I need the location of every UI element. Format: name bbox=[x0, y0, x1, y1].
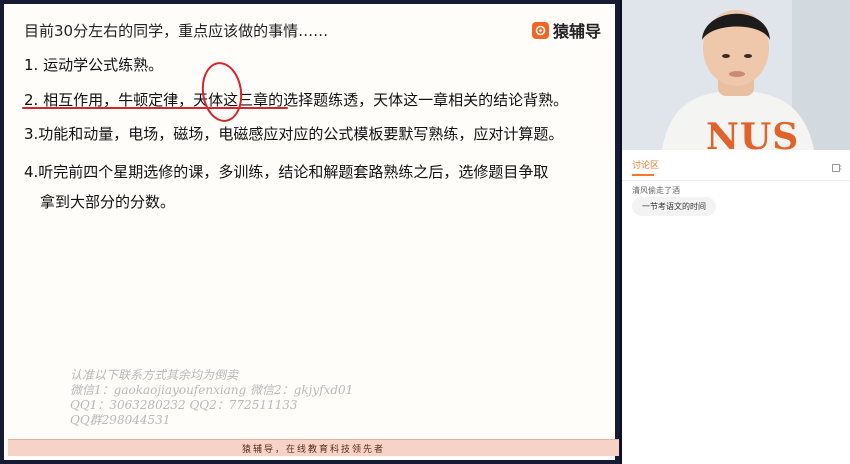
watermark-line: QQ1：3063280232 QQ2：772511133 bbox=[70, 398, 298, 412]
brand-name: 猿辅导 bbox=[552, 22, 601, 41]
point-2: 2. 相互作用，牛顿定律，天体这三章的选择题练透，天体这一章相关的结论背熟。 bbox=[24, 91, 569, 109]
brand-logo: 猿辅导 bbox=[531, 18, 601, 42]
watermark-line: 微信1：gaokaojiayoufenxiang 微信2：gkjyfxd01 bbox=[70, 383, 354, 397]
chat-system-message: 清风偷走了酒 bbox=[632, 186, 680, 195]
slide-title: 目前30分左右的同学，重点应该做的事情…… bbox=[24, 22, 329, 40]
point-1: 1. 运动学公式练熟。 bbox=[24, 56, 164, 74]
annotation-underline bbox=[22, 107, 288, 109]
chat-panel: 讨论区 清风偷走了酒 一节考语文的时间 bbox=[622, 150, 850, 464]
point-3: 3.功能和动量，电场，磁场，电磁感应对应的公式模板要默写熟练，应对计算题。 bbox=[24, 125, 564, 143]
chat-settings-icon[interactable] bbox=[832, 158, 842, 172]
point-4: 4.听完前四个星期选修的课，多训练，结论和解题套路熟练之后，选修题目争取 bbox=[24, 163, 549, 181]
footer-bar: 猿辅导，在线教育科技领先者 bbox=[8, 439, 619, 456]
watermark: 认准以下联系方式其余均为倒卖 微信1：gaokaojiayoufenxiang … bbox=[70, 368, 353, 428]
tab-active-indicator bbox=[632, 174, 654, 176]
slide-area: 目前30分左右的同学，重点应该做的事情…… 猿辅导 1. 运动学公式练熟。 2.… bbox=[0, 0, 620, 464]
yuanfudao-logo-icon bbox=[531, 21, 549, 39]
watermark-line: 认准以下联系方式其余均为倒卖 bbox=[70, 368, 239, 382]
watermark-line: QQ群298044531 bbox=[70, 413, 171, 427]
tab-discussion[interactable]: 讨论区 bbox=[632, 158, 659, 171]
teacher-video: NUS bbox=[622, 0, 850, 150]
chat-divider bbox=[622, 180, 850, 181]
annotation-circle bbox=[198, 59, 246, 125]
shirt-text: NUS bbox=[706, 116, 800, 150]
point-4-continued: 拿到大部分的分数。 bbox=[40, 193, 176, 211]
chat-message: 一节考语文的时间 bbox=[632, 197, 716, 216]
